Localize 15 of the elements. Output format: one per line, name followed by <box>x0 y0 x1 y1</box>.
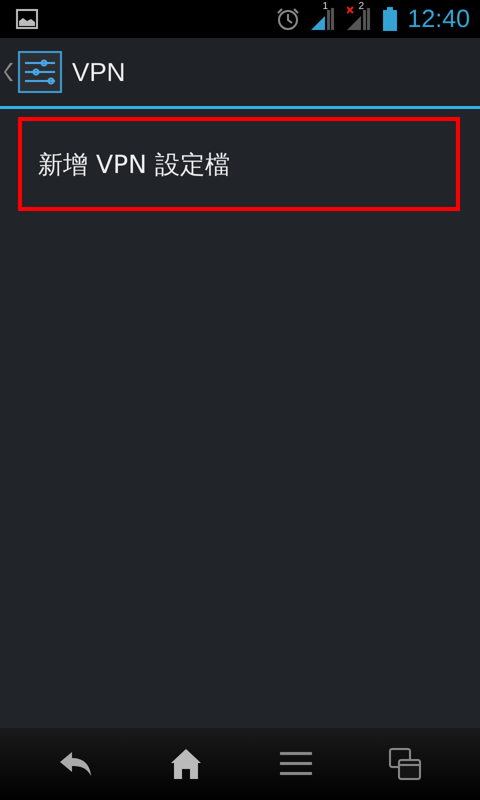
battery-icon <box>383 7 398 31</box>
sim-number: 2 <box>358 2 364 12</box>
sim-number: 1 <box>322 2 328 12</box>
alarm-clock-icon <box>275 6 302 32</box>
settings-sliders-icon[interactable] <box>18 51 62 93</box>
picture-icon <box>16 9 38 29</box>
home-icon[interactable] <box>170 748 202 780</box>
back-icon[interactable] <box>58 750 93 778</box>
screen-title: VPN <box>72 56 126 88</box>
recent-apps-icon[interactable] <box>389 748 422 780</box>
clock-time: 12:40 <box>407 4 470 34</box>
no-data-icon <box>347 6 354 14</box>
chevron-left-icon[interactable] <box>4 63 14 81</box>
list-item[interactable]: 新增 VPN 設定檔 <box>18 117 460 211</box>
menu-icon[interactable] <box>280 750 312 778</box>
